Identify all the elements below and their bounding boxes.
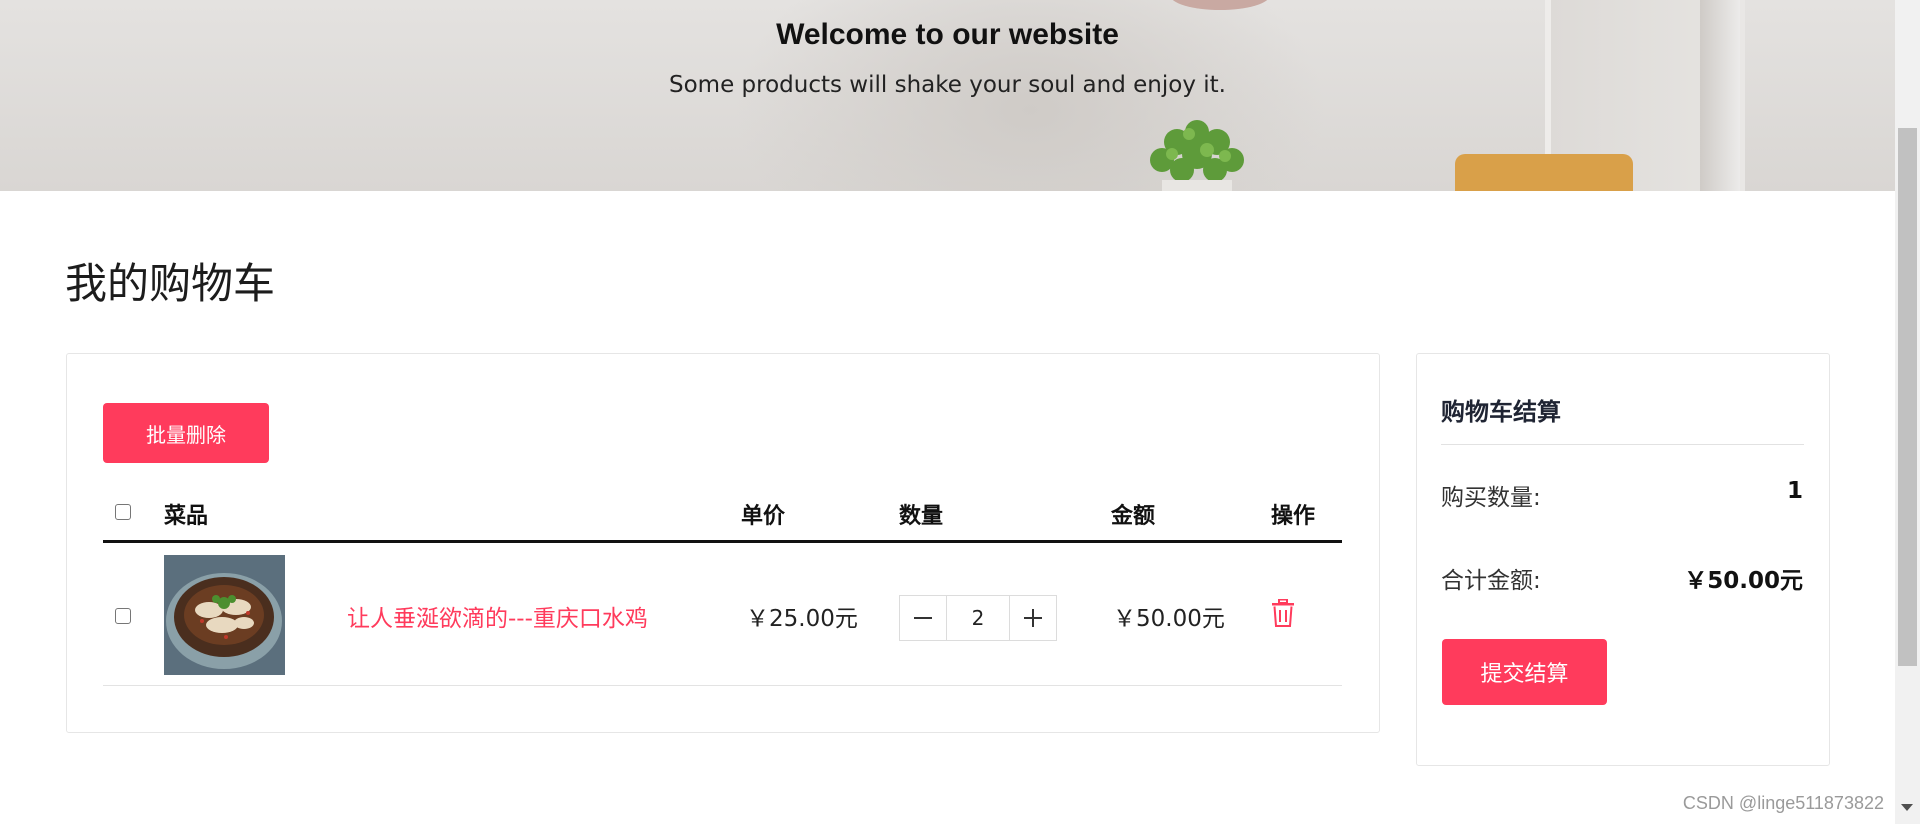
hero-title: Welcome to our website: [776, 18, 1119, 51]
batch-delete-button[interactable]: 批量删除: [103, 403, 269, 463]
checkout-summary-panel: 购物车结算 购买数量: 1 合计金额: ￥50.00元 提交结算: [1416, 353, 1830, 766]
cart-panel: 批量删除 菜品 单价 数量 金额 操作 让人垂涎欲滴的---重庆口水鸡 ￥25.…: [66, 353, 1380, 733]
column-header-amount: 金额: [1111, 504, 1156, 529]
submit-checkout-button[interactable]: 提交结算: [1442, 639, 1607, 705]
column-header-dish: 菜品: [164, 504, 209, 529]
quantity-input[interactable]: 2: [946, 596, 1010, 640]
cart-table-header: 菜品 单价 数量 金额 操作: [103, 484, 1342, 543]
lamp-decoration: [1170, 0, 1270, 10]
chair-decoration: [1455, 154, 1633, 191]
table-row: 让人垂涎欲滴的---重庆口水鸡 ￥25.00元 2 ￥50.00元: [103, 543, 1342, 686]
hero-subtitle: Some products will shake your soul and e…: [669, 72, 1226, 98]
row-checkbox[interactable]: [115, 608, 131, 624]
select-all-checkbox[interactable]: [115, 504, 131, 520]
quantity-stepper: 2: [899, 595, 1057, 641]
scroll-down-arrow-icon[interactable]: [1901, 804, 1913, 811]
summary-title: 购物车结算: [1441, 398, 1561, 426]
purchase-count-value: 1: [1786, 478, 1803, 504]
row-amount: ￥50.00元: [1113, 606, 1225, 632]
scrollbar-thumb[interactable]: [1898, 128, 1917, 666]
hero-banner: Welcome to our website Some products wil…: [0, 0, 1895, 191]
divider: [1441, 444, 1804, 445]
total-amount-label: 合计金额:: [1441, 568, 1541, 594]
page-title: 我的购物车: [65, 259, 276, 308]
plant-decoration: [1150, 120, 1244, 191]
column-header-quantity: 数量: [899, 504, 944, 529]
column-header-unit-price: 单价: [741, 504, 786, 529]
plus-icon[interactable]: [1010, 596, 1056, 640]
purchase-count-label: 购买数量:: [1441, 485, 1541, 511]
dish-image: [164, 555, 285, 675]
total-amount-value: ￥50.00元: [1684, 568, 1803, 594]
watermark: CSDN @linge511873822: [1682, 793, 1884, 813]
dish-name-link[interactable]: 让人垂涎欲滴的---重庆口水鸡: [347, 599, 648, 633]
unit-price: ￥25.00元: [746, 606, 858, 632]
trash-icon[interactable]: [1271, 598, 1295, 627]
minus-icon[interactable]: [900, 596, 946, 640]
column-header-action: 操作: [1271, 504, 1316, 529]
vertical-scrollbar[interactable]: [1895, 0, 1920, 824]
